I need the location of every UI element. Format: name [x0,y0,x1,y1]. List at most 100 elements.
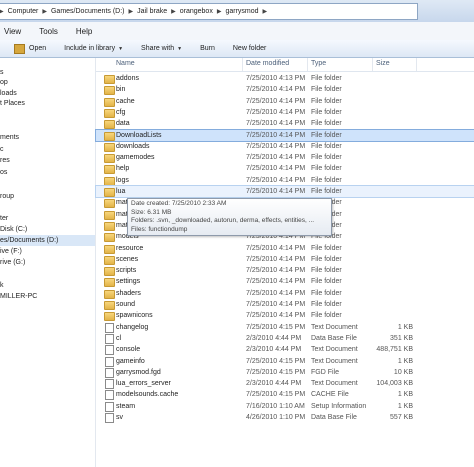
folder-row[interactable]: gamemodes 7/25/2010 4:14 PM File folder [96,152,474,164]
nav-item[interactable]: es/Documents (D:) [0,235,95,246]
breadcrumb-segment[interactable]: Computer [8,8,39,15]
column-divider[interactable] [307,58,308,71]
row-date: 7/25/2010 4:14 PM [246,278,306,286]
nav-item[interactable]: ter [0,213,95,224]
column-header-name[interactable]: Name [116,60,135,67]
column-header-size[interactable]: Size [376,60,390,67]
menu-item-tools[interactable]: Tools [39,27,58,36]
folder-row[interactable]: bin 7/25/2010 4:14 PM File folder [96,84,474,96]
chevron-right-icon[interactable]: ▶ [171,8,176,15]
folder-row[interactable]: DownloadLists 7/25/2010 4:14 PM File folde… [95,128,474,142]
folder-icon [104,188,115,197]
folder-icon [104,75,115,84]
folder-row[interactable]: help 7/25/2010 4:14 PM File folder [96,163,474,175]
nav-item[interactable]: MILLER-PC [0,291,95,302]
file-row[interactable]: cl 2/3/2010 4:44 PM Data Base File 351 KB [96,333,474,344]
file-row[interactable]: console 2/3/2010 4:44 PM Text Document 488,… [96,344,474,356]
folder-row[interactable]: settings 7/25/2010 4:14 PM File folder [96,276,474,288]
row-name: cache [116,97,135,105]
row-type: Text Document [311,380,358,388]
column-header-type[interactable]: Type [311,60,326,67]
tooltip-size: Size: 6.31 MB [131,208,172,216]
folder-icon [104,267,115,277]
nav-item[interactable]: t Places [0,98,95,109]
menu-item-view[interactable]: View [4,27,21,36]
nav-item[interactable]: res [0,155,95,166]
folder-row[interactable]: resource 7/25/2010 4:14 PM File folder [96,243,474,254]
chevron-right-icon[interactable]: ▶ [0,8,4,15]
file-icon [105,390,114,401]
breadcrumb-segment[interactable]: Jail brake [137,8,167,15]
nav-item[interactable]: ive (F:) [0,246,95,257]
row-type: FGD File [311,368,339,376]
file-row[interactable]: gameinfo 7/25/2010 4:15 PM Text Document 1 … [96,356,474,367]
row-date: 7/25/2010 4:15 PM [246,391,306,399]
row-name: lua [116,188,126,195]
address-bar[interactable]: ▶Computer▶Games/Documents (D:)▶Jail brak… [0,3,418,20]
folder-row[interactable]: cache 7/25/2010 4:14 PM File folder [96,96,474,107]
file-row[interactable]: changelog 7/25/2010 4:15 PM Text Document 1… [96,322,474,333]
folder-icon [104,255,115,265]
folder-row[interactable]: logs 7/25/2010 4:14 PM File folder [96,175,474,186]
folder-row[interactable]: cfg 7/25/2010 4:14 PM File folder [96,107,474,118]
row-date: 7/25/2010 4:15 PM [246,323,306,331]
column-header-date[interactable]: Date modified [246,60,289,67]
folder-row[interactable]: lua 7/25/2010 4:14 PM File folder [95,185,474,198]
breadcrumb-segment[interactable]: Games/Documents (D:) [51,8,125,15]
row-date: 7/25/2010 4:14 PM [246,188,306,195]
column-divider[interactable] [242,58,243,71]
nav-item[interactable]: os [0,167,95,178]
row-date: 2/3/2010 4:44 PM [246,334,302,342]
folder-row[interactable]: downloads 7/25/2010 4:14 PM File folder [96,141,474,152]
row-size: 104,003 KB [376,380,413,388]
chevron-right-icon[interactable]: ▶ [217,8,222,15]
menu-item-help[interactable]: Help [76,27,92,36]
row-name: gameinfo [116,357,145,365]
nav-item[interactable]: rive (G:) [0,257,95,268]
chevron-right-icon[interactable]: ▶ [129,8,134,15]
file-row[interactable]: sv 4/26/2010 1:10 PM Data Base File 557 KB [96,412,474,423]
new-folder-button[interactable]: New folder [233,45,266,52]
folder-icon [104,97,115,107]
file-row[interactable]: steam 7/16/2010 1:10 AM Setup Information 1… [96,401,474,412]
nav-item[interactable]: k [0,280,95,291]
row-type: File folder [311,278,342,286]
file-row[interactable]: lua_errors_server 2/3/2010 4:44 PM Text Do… [96,378,474,390]
row-date: 7/25/2010 4:14 PM [246,255,306,263]
nav-item[interactable]: ments [0,132,95,143]
chevron-right-icon[interactable]: ▶ [263,8,268,15]
file-row[interactable]: modelsounds.cache 7/25/2010 4:15 PM CACHE … [96,389,474,401]
folder-row[interactable]: spawnicons 7/25/2010 4:14 PM File folder [96,310,474,322]
nav-item[interactable]: c [0,144,95,155]
folder-row[interactable]: data 7/25/2010 4:14 PM File folder [96,118,474,130]
row-date: 7/25/2010 4:14 PM [246,165,306,173]
nav-item[interactable]: op [0,77,95,88]
include-in-library-label: Include in library [64,45,116,52]
folder-icon [104,289,115,299]
open-button-label: Open [29,45,47,52]
nav-item[interactable]: Disk (C:) [0,224,95,235]
folder-row[interactable]: scripts 7/25/2010 4:14 PM File folder [96,265,474,277]
row-name: lua_errors_server [116,380,171,388]
share-with-button[interactable]: Share with ▼ [141,45,182,52]
nav-item[interactable]: roup [0,191,95,202]
folder-icon [104,154,115,164]
chevron-right-icon[interactable]: ▶ [42,8,47,15]
breadcrumb-segment[interactable]: garrysmod [225,8,258,15]
include-in-library-button[interactable]: Include in library ▼ [64,45,123,52]
row-name: garrysmod.fgd [116,368,161,376]
row-size: 1 KB [397,402,413,410]
folder-row[interactable]: scenes 7/25/2010 4:14 PM File folder [96,254,474,265]
nav-item[interactable] [0,121,95,132]
breadcrumb-segment[interactable]: orangebox [180,8,213,15]
folder-row[interactable]: shaders 7/25/2010 4:14 PM File folder [96,288,474,299]
file-row[interactable]: garrysmod.fgd 7/25/2010 4:15 PM FGD File 10… [96,367,474,378]
column-divider[interactable] [372,58,373,71]
command-toolbar: Open Include in library ▼ Share with ▼ B… [0,40,474,58]
folder-row[interactable]: addons 7/25/2010 4:13 PM File folder [96,73,474,84]
burn-button[interactable]: Burn [200,45,215,52]
column-divider[interactable] [416,58,417,71]
nav-item[interactable] [0,179,95,190]
folder-row[interactable]: sound 7/25/2010 4:14 PM File folder [96,299,474,310]
open-button[interactable]: Open [14,43,47,54]
